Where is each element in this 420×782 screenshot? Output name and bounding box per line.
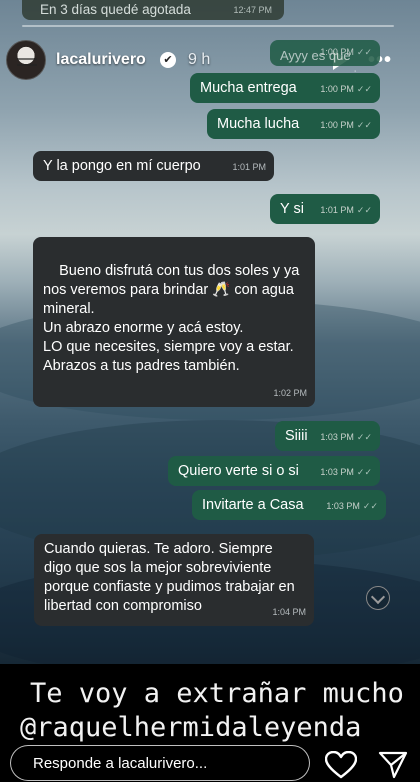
- chat-message: Mucha lucha 1:00 PM ✓✓: [207, 109, 380, 139]
- chat-message: Siiii 1:03 PM ✓✓: [275, 421, 380, 451]
- reply-input[interactable]: Responde a lacalurivero...: [10, 745, 310, 781]
- story-frame: En 3 días quedé agotada 12:47 PM lacalur…: [0, 0, 420, 782]
- avatar[interactable]: [6, 40, 46, 80]
- message-time: 1:04 PM: [272, 607, 306, 617]
- message-time: 1:01 PM: [232, 162, 266, 172]
- message-text: Mucha lucha: [217, 116, 300, 132]
- message-text: Y la pongo en mí cuerpo: [43, 158, 201, 174]
- message-time: 1:02 PM: [273, 388, 307, 398]
- chat-message: Invitarte a Casa 1:03 PM ✓✓: [192, 490, 386, 520]
- message-time: 1:00 PM ✓✓: [320, 120, 372, 130]
- chat-message: Y la pongo en mí cuerpo 1:01 PM: [33, 151, 274, 181]
- verified-badge-icon: ✔: [160, 52, 176, 68]
- message-time: 1:03 PM ✓✓: [320, 467, 372, 477]
- chat-message: Ayyy es que sos muy genia 1:00 PM✓✓: [270, 40, 380, 83]
- message-text: Cuando quieras. Te adoro. Siempre digo q…: [44, 541, 295, 614]
- message-time: 1:03 PM ✓✓: [320, 432, 372, 442]
- message-text: Y si: [280, 201, 304, 217]
- story-age: 9 h: [188, 51, 211, 68]
- message-time: 1:01 PM ✓✓: [320, 205, 372, 215]
- snippet-time: 12:47 PM: [233, 5, 272, 15]
- message-text: Mucha entrega: [200, 80, 297, 96]
- message-text: Invitarte a Casa: [202, 497, 304, 513]
- chat-message: Y si 1:01 PM ✓✓: [270, 194, 380, 224]
- story-caption-mention[interactable]: @raquelhermidaleyenda: [20, 712, 361, 743]
- message-text: Siiii: [285, 428, 308, 444]
- message-text: Quiero verte si o si: [178, 463, 299, 479]
- chat-message: Bueno disfrutá con tus dos soles y ya no…: [33, 237, 315, 407]
- send-icon[interactable]: [378, 751, 408, 779]
- message-time: 1:00 PM ✓✓: [320, 47, 372, 57]
- chat-message: Quiero verte si o si 1:03 PM ✓✓: [168, 456, 380, 486]
- chevron-down-icon: [366, 586, 390, 610]
- reply-placeholder: Responde a lacalurivero...: [33, 755, 208, 772]
- message-text: Bueno disfrutá con tus dos soles y ya no…: [43, 263, 300, 374]
- heart-icon[interactable]: [325, 751, 357, 779]
- story-caption-line1: Te voy a extrañar mucho: [30, 678, 404, 709]
- chat-message: Cuando quieras. Te adoro. Siempre digo q…: [34, 534, 314, 626]
- message-time: 1:00 PM ✓✓: [320, 84, 372, 94]
- chat-message: Mucha entrega 1:00 PM ✓✓: [190, 73, 380, 103]
- snippet-text: En 3 días quedé agotada: [40, 2, 191, 17]
- previous-message-snippet: En 3 días quedé agotada 12:47 PM: [22, 0, 284, 20]
- username[interactable]: lacalurivero: [56, 51, 146, 69]
- message-time: 1:03 PM ✓✓: [326, 501, 378, 511]
- story-progress-bar: [22, 25, 394, 27]
